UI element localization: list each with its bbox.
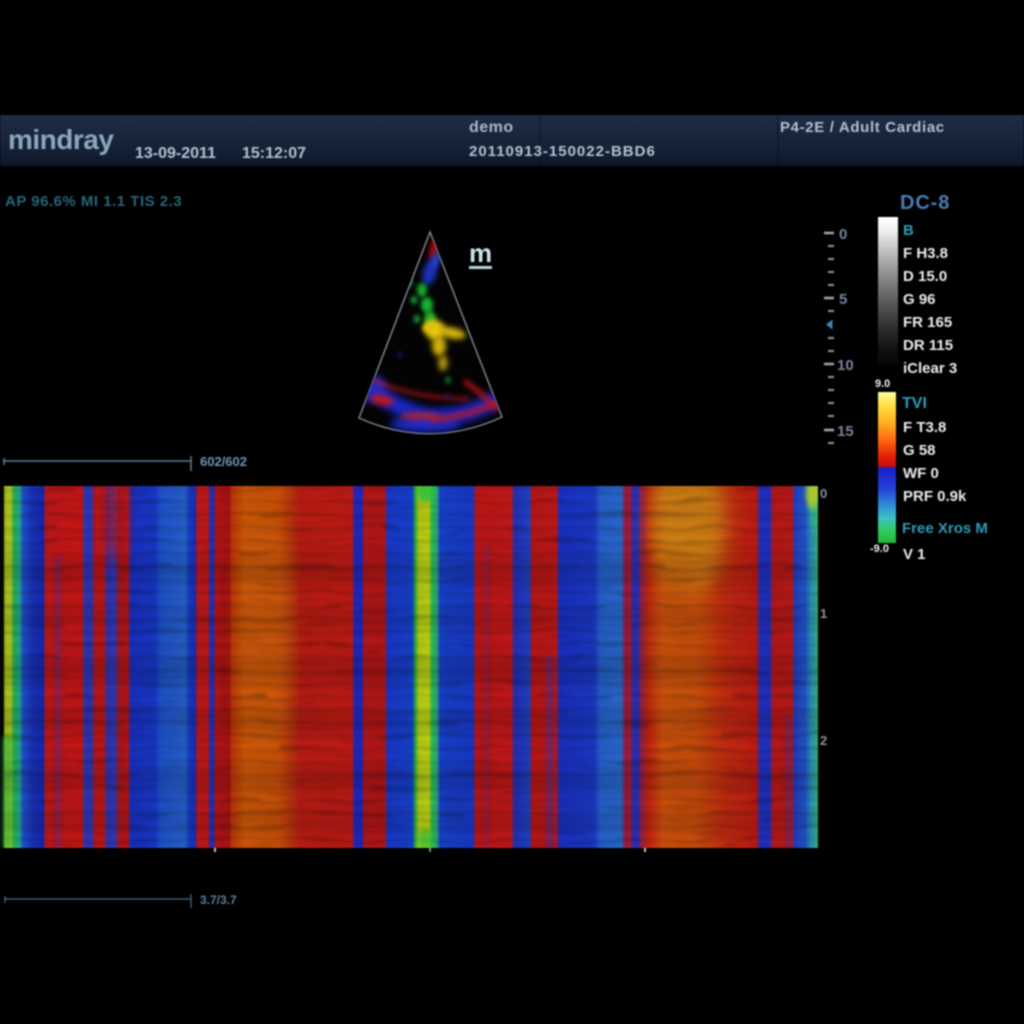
svg-text:5: 5 bbox=[839, 291, 847, 308]
svg-text:602/602: 602/602 bbox=[200, 454, 247, 469]
svg-text:3.7/3.7: 3.7/3.7 bbox=[200, 893, 237, 907]
svg-text:10: 10 bbox=[837, 357, 854, 374]
svg-text:15: 15 bbox=[837, 423, 854, 440]
svg-text:0: 0 bbox=[839, 226, 847, 243]
